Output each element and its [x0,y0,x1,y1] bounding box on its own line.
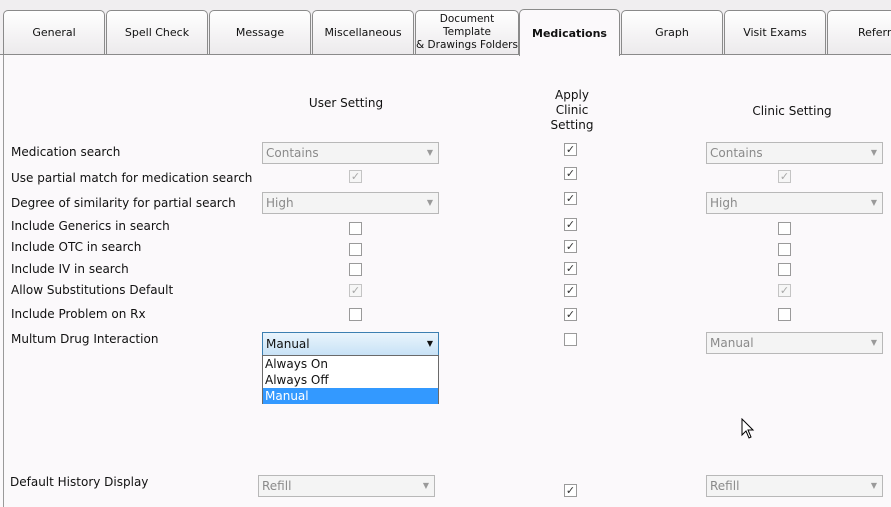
otc-label: Include OTC in search [11,240,142,254]
tab-document-template[interactable]: Document Template & Drawings Folders [415,10,519,54]
tab-bar: General Spell Check Message Miscellaneou… [0,0,891,56]
clinic-setting-header: Clinic Setting [752,104,832,118]
substitutions-label: Allow Substitutions Default [11,283,174,297]
combo-value: High [266,196,294,210]
generics-apply-checkbox[interactable]: ✓ [564,218,577,231]
similarity-user-combo[interactable]: High ▼ [262,192,439,214]
multum-user-combo[interactable]: Manual ▼ [262,332,439,356]
medication-search-apply-checkbox[interactable]: ✓ [564,143,577,156]
similarity-clinic-combo[interactable]: High ▼ [706,192,883,214]
user-setting-header: User Setting [308,96,384,110]
multum-clinic-combo[interactable]: Manual ▼ [706,332,883,354]
iv-clinic-checkbox[interactable] [778,263,791,276]
otc-clinic-checkbox[interactable] [778,243,791,256]
similarity-label: Degree of similarity for partial search [11,196,236,210]
dropdown-arrow-icon: ▼ [426,198,433,207]
medication-search-clinic-combo[interactable]: Contains ▼ [706,142,883,164]
combo-value: High [710,196,738,210]
problem-on-rx-clinic-checkbox[interactable] [778,308,791,321]
generics-clinic-checkbox[interactable] [778,222,791,235]
similarity-apply-checkbox[interactable]: ✓ [564,192,577,205]
partial-match-apply-checkbox[interactable]: ✓ [564,167,577,180]
medication-search-user-combo[interactable]: Contains ▼ [262,142,439,164]
tab-graph[interactable]: Graph [621,10,723,54]
combo-value: Refill [710,479,740,493]
combo-value: Contains [710,146,763,160]
multum-apply-checkbox[interactable] [564,333,577,346]
tab-miscellaneous[interactable]: Miscellaneous [312,10,414,54]
partial-match-clinic-checkbox[interactable]: ✓ [778,170,791,183]
tab-general[interactable]: General [3,10,105,54]
dropdown-arrow-icon: ▼ [426,339,433,348]
option-always-on[interactable]: Always On [263,356,438,372]
tab-spell-check[interactable]: Spell Check [106,10,208,54]
multum-label: Multum Drug Interaction [11,332,159,346]
tab-visit-exams[interactable]: Visit Exams [724,10,826,54]
dropdown-arrow-icon: ▼ [422,481,429,490]
combo-value: Contains [266,146,319,160]
combo-value: Refill [262,479,292,493]
history-apply-checkbox[interactable]: ✓ [564,484,577,497]
partial-match-user-checkbox[interactable]: ✓ [349,170,362,183]
tab-medications[interactable]: Medications [519,9,620,56]
combo-value: Manual [710,336,754,350]
substitutions-apply-checkbox[interactable]: ✓ [564,284,577,297]
generics-label: Include Generics in search [11,219,170,233]
history-clinic-combo[interactable]: Refill ▼ [706,475,883,497]
iv-apply-checkbox[interactable]: ✓ [564,262,577,275]
mouse-pointer-icon [741,418,755,439]
option-manual[interactable]: Manual [263,388,438,404]
dropdown-arrow-icon: ▼ [870,481,877,490]
generics-user-checkbox[interactable] [349,222,362,235]
problem-on-rx-apply-checkbox[interactable]: ✓ [564,308,577,321]
substitutions-user-checkbox[interactable]: ✓ [349,284,362,297]
medications-panel [3,55,891,507]
tab-message[interactable]: Message [209,10,311,54]
medication-search-label: Medication search [11,145,121,159]
otc-apply-checkbox[interactable]: ✓ [564,240,577,253]
option-always-off[interactable]: Always Off [263,372,438,388]
history-user-combo[interactable]: Refill ▼ [258,475,435,497]
dropdown-arrow-icon: ▼ [426,148,433,157]
multum-dropdown-list: Always On Always Off Manual [262,355,439,404]
iv-label: Include IV in search [11,262,129,276]
partial-match-label: Use partial match for medication search [11,171,253,185]
dropdown-arrow-icon: ▼ [870,148,877,157]
dropdown-arrow-icon: ▼ [870,338,877,347]
history-label: Default History Display [10,475,149,489]
dropdown-arrow-icon: ▼ [870,198,877,207]
apply-clinic-setting-header: Apply Clinic Setting [550,88,594,132]
tab-referral[interactable]: Referra [827,10,891,54]
otc-user-checkbox[interactable] [349,243,362,256]
combo-value: Manual [266,337,310,351]
iv-user-checkbox[interactable] [349,263,362,276]
problem-on-rx-label: Include Problem on Rx [11,307,146,321]
substitutions-clinic-checkbox[interactable]: ✓ [778,284,791,297]
problem-on-rx-user-checkbox[interactable] [349,308,362,321]
